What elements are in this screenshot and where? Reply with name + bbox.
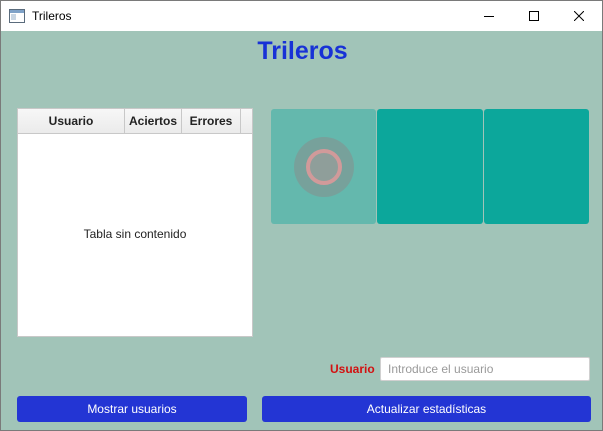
page-title: Trileros [257, 37, 348, 65]
minimize-icon [484, 16, 494, 17]
update-stats-button[interactable]: Actualizar estadísticas [262, 396, 591, 422]
table-header: Usuario Aciertos Errores [18, 109, 252, 134]
column-header-usuario[interactable]: Usuario [18, 109, 125, 133]
column-header-aciertos[interactable]: Aciertos [125, 109, 182, 133]
cup-1[interactable] [271, 109, 376, 224]
user-label: Usuario [330, 362, 375, 376]
cup-3[interactable] [484, 109, 589, 224]
maximize-button[interactable] [511, 1, 557, 31]
maximize-icon [529, 11, 539, 21]
minimize-button[interactable] [466, 1, 512, 31]
main-content: Trileros Usuario Aciertos Errores Tabla … [1, 31, 602, 431]
app-window-icon [9, 9, 25, 23]
table-empty-placeholder: Tabla sin contenido [83, 227, 187, 241]
cup-2[interactable] [377, 109, 483, 224]
title-bar[interactable]: Trileros [1, 1, 602, 31]
column-filler [241, 109, 252, 133]
ball-icon [294, 137, 354, 197]
close-icon [574, 11, 584, 21]
stats-table[interactable]: Usuario Aciertos Errores Tabla sin conte… [17, 108, 253, 337]
column-header-errores[interactable]: Errores [182, 109, 241, 133]
app-window: Trileros Trileros Usuario Aciertos Error… [0, 0, 603, 431]
close-button[interactable] [556, 1, 602, 31]
window-title: Trileros [32, 9, 72, 23]
user-input[interactable] [380, 357, 590, 381]
show-users-button[interactable]: Mostrar usuarios [17, 396, 247, 422]
cups-area [271, 109, 589, 224]
